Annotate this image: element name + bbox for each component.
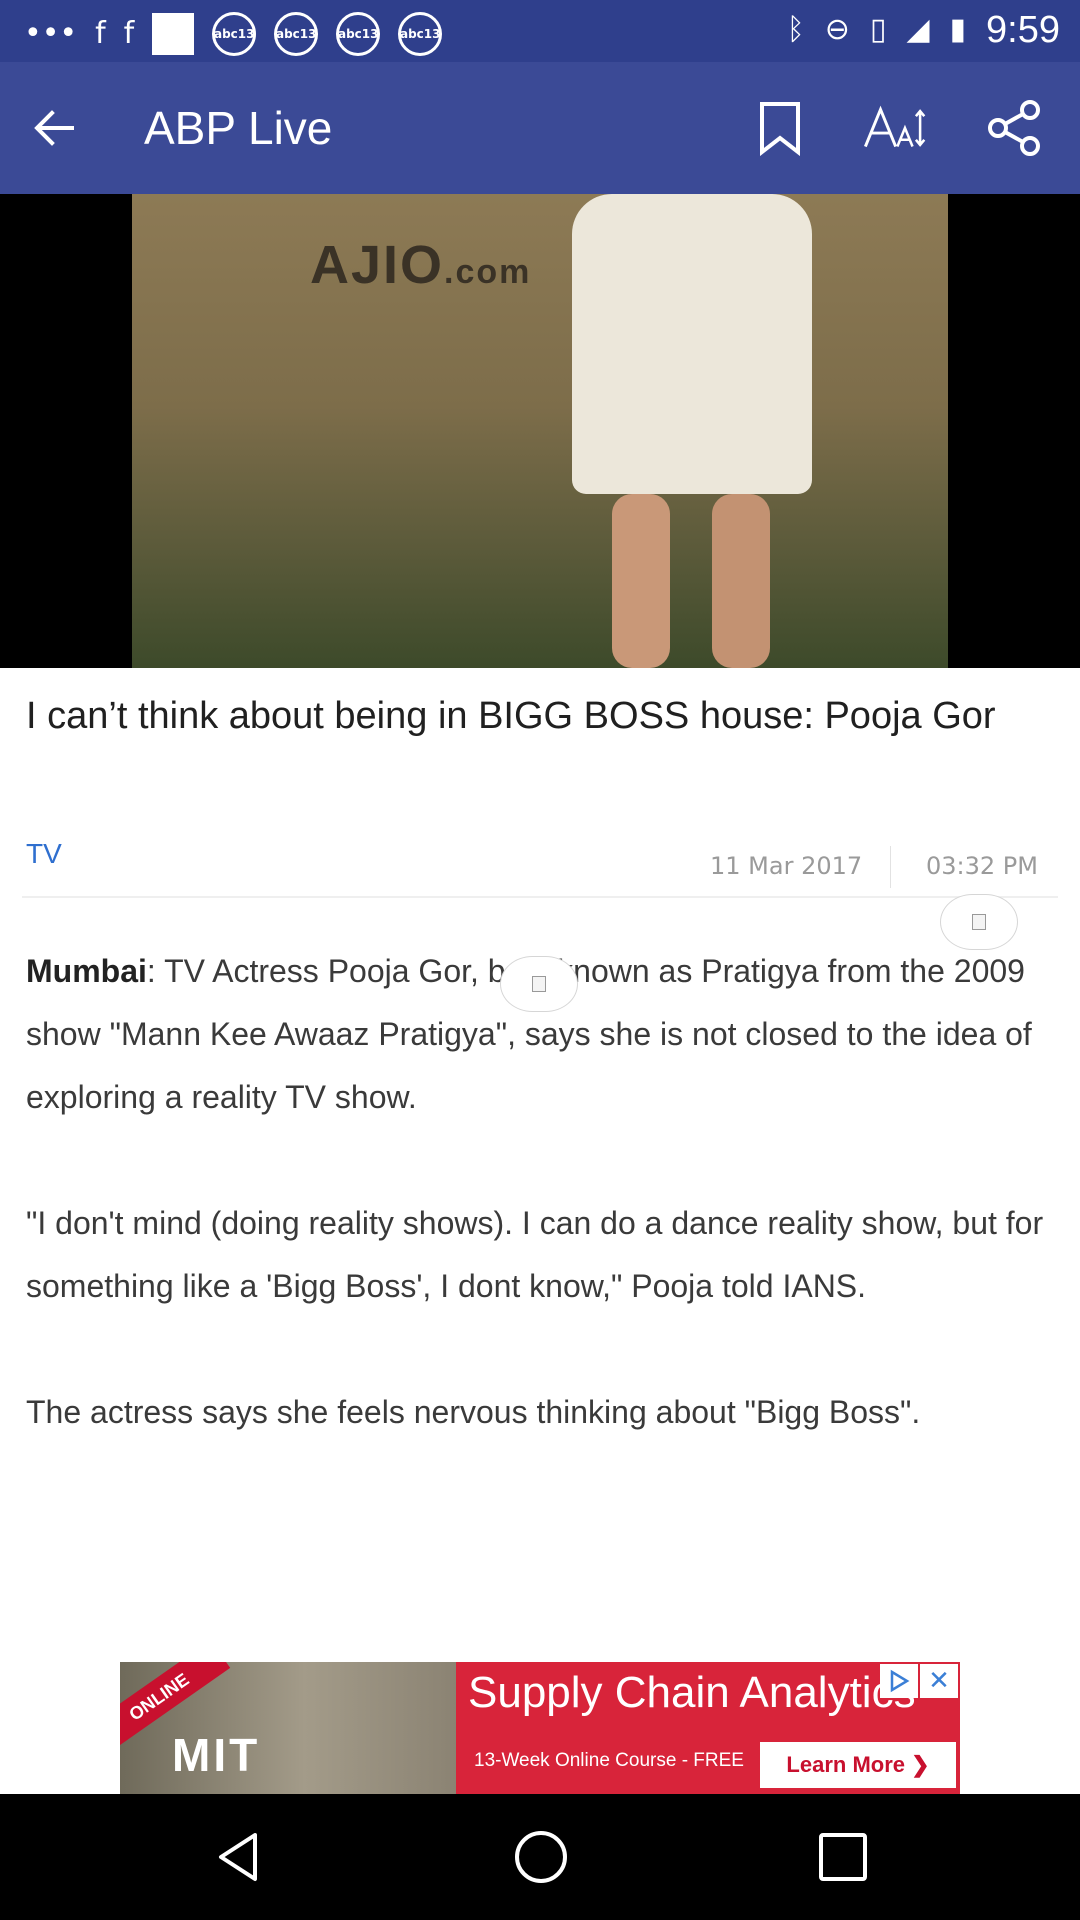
image-placeholder-icon (532, 976, 546, 992)
article-date: 11 Mar 2017 (710, 852, 863, 880)
do-not-disturb-icon: ⊖ (824, 12, 850, 47)
nav-home-button[interactable] (508, 1824, 574, 1890)
triangle-back-icon (219, 1833, 257, 1881)
bookmark-button[interactable] (748, 96, 812, 160)
facebook-icon: f (123, 16, 135, 51)
notification-icons: ••• f f abc13 abc13 abc13 abc13 (24, 12, 443, 56)
status-bar: ••• f f abc13 abc13 abc13 abc13 ᛒ ⊖ ▯ ◢ … (0, 0, 1080, 62)
abc13-icon: abc13 (212, 12, 257, 56)
bookmark-icon (760, 102, 800, 156)
ad-title: Supply Chain Analytics (468, 1668, 916, 1717)
share-button[interactable] (982, 96, 1046, 160)
ad-subtitle: 13-Week Online Course - FREE (474, 1750, 744, 1771)
ad-logo: MIT (172, 1729, 261, 1781)
abc13-icon: abc13 (336, 12, 381, 56)
arrow-left-icon (34, 110, 74, 146)
hero-figure-dress (572, 194, 812, 494)
abc13-icon: abc13 (274, 12, 319, 56)
article-paragraph: The actress says she feels nervous think… (26, 1381, 1046, 1444)
ad-close-button[interactable]: ✕ (920, 1664, 958, 1698)
back-button[interactable] (22, 96, 86, 160)
paragraph-text: "I don't mind (doing reality shows). I c… (26, 1205, 1044, 1304)
system-icons: ᛒ ⊖ ▯ ◢ ▮ 9:59 (787, 8, 1060, 52)
hero-figure-leg (712, 494, 770, 668)
hero-photo: AJIO.com (132, 194, 948, 668)
article-category-link[interactable]: TV (26, 838, 62, 870)
ad-learn-more-button[interactable]: Learn More ❯ (760, 1742, 956, 1788)
facebook-icon: f (95, 16, 106, 51)
article-headline: I can’t think about being in BIGG BOSS h… (26, 695, 996, 737)
article-time: 03:32 PM (926, 852, 1038, 880)
app-title: ABP Live (144, 102, 333, 154)
image-icon (152, 13, 195, 55)
circle-home-icon (515, 1831, 567, 1883)
broken-image-icon (500, 956, 578, 1012)
abc13-icon: abc13 (398, 12, 443, 56)
font-size-icon (864, 105, 926, 148)
adchoices-button[interactable] (880, 1664, 918, 1698)
hero-figure-leg (612, 494, 670, 668)
meta-divider-line (22, 896, 1058, 898)
more-icon: ••• (24, 16, 78, 51)
share-icon (988, 100, 1040, 156)
clock: 9:59 (986, 9, 1060, 51)
battery-icon: ▮ (949, 12, 967, 47)
font-size-button[interactable] (862, 96, 926, 160)
nav-back-button[interactable] (206, 1824, 272, 1890)
article-paragraph: "I don't mind (doing reality shows). I c… (26, 1192, 1046, 1318)
article-hero-image[interactable]: AJIO.com (0, 194, 1080, 668)
navigation-bar (0, 1794, 1080, 1920)
meta-divider (890, 846, 891, 888)
app-bar: ABP Live (0, 62, 1080, 194)
bluetooth-icon: ᛒ (786, 12, 805, 47)
signal-icon: ◢ (906, 12, 930, 47)
dateline: Mumbai (26, 953, 147, 989)
image-placeholder-icon (972, 914, 986, 930)
paragraph-text: The actress says she feels nervous think… (26, 1394, 921, 1430)
vibrate-icon: ▯ (869, 12, 887, 47)
square-recents-icon (819, 1833, 867, 1881)
article-body: Mumbai: TV Actress Pooja Gor, best known… (26, 940, 1046, 1507)
broken-image-icon (940, 894, 1018, 950)
nav-recents-button[interactable] (810, 1824, 876, 1890)
adchoices-icon (890, 1669, 910, 1693)
hero-brand-text: AJIO.com (310, 235, 532, 295)
ad-banner[interactable]: ONLINE MIT Supply Chain Analytics 13-Wee… (120, 1662, 960, 1794)
